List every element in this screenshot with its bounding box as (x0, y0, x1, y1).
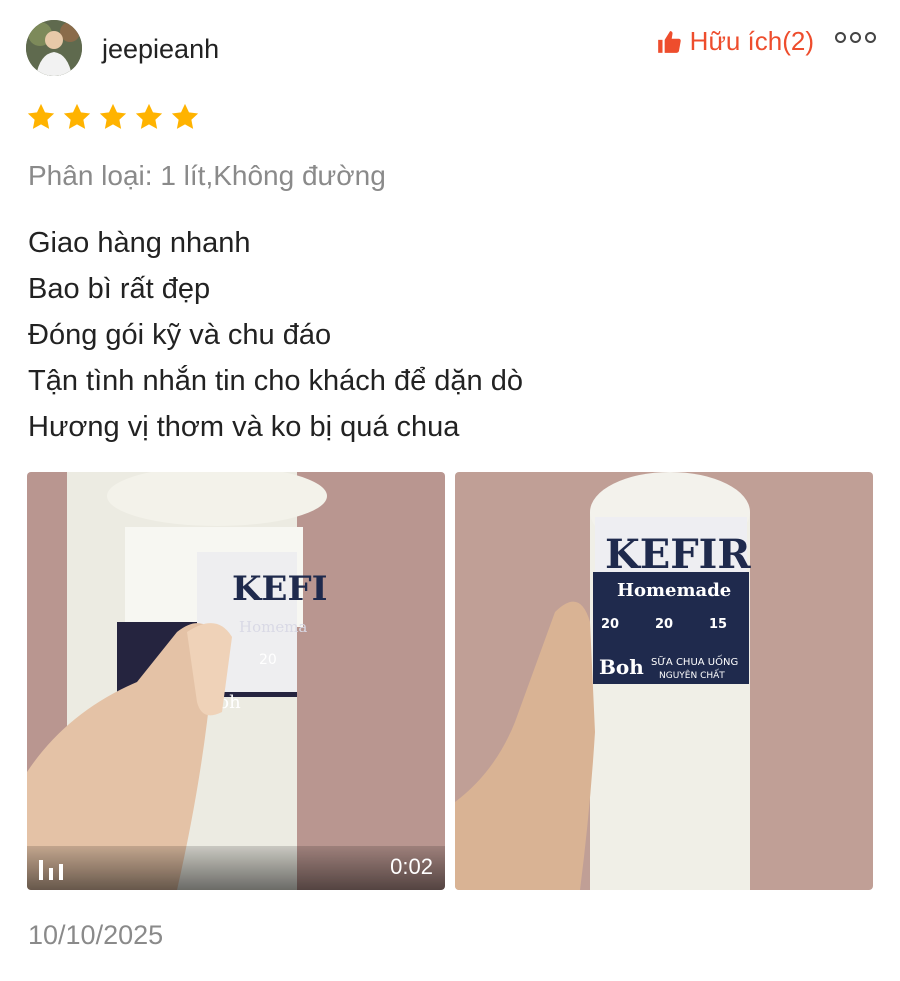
comment-line: Hương vị thơm và ko bị quá chua (28, 411, 460, 443)
comment-line: Bao bì rất đẹp (28, 273, 211, 305)
product-variant: Phân loại: 1 lít,Không đường (28, 160, 386, 191)
comment-line: Đóng gói kỹ và chu đáo (28, 319, 332, 351)
photo-label-brand: KEFIR (605, 531, 751, 578)
review-date: 10/10/2025 (28, 920, 164, 950)
comment-line: Giao hàng nhanh (28, 227, 251, 259)
star-icon (135, 103, 163, 129)
photo-label-logo: Boh (599, 655, 644, 679)
video-label-sub: Homema (239, 618, 307, 636)
helpful-button[interactable]: Hữu ích(2) (656, 26, 814, 57)
more-options-icon[interactable] (835, 32, 876, 43)
photo-label-product-2: NGUYÊN CHẤT (659, 669, 725, 681)
user-avatar[interactable] (26, 20, 82, 76)
star-icon (171, 103, 199, 129)
star-icon (27, 103, 55, 129)
photo-label-stat-3: 15 (709, 617, 727, 632)
review-video-thumbnail[interactable]: KEFI Homema 20 20 Boh 0:02 (27, 472, 445, 890)
helpful-label: Hữu ích(2) (689, 26, 814, 56)
kefir-bottle-photo: KEFIR Homemade 20 20 15 Boh SỮA CHUA UỐN… (455, 472, 873, 890)
photo-label-sub: Homemade (617, 580, 731, 601)
review-comment: Giao hàng nhanh Bao bì rất đẹp Đóng gói … (28, 220, 523, 450)
username[interactable]: jeepieanh (102, 34, 219, 65)
star-icon (99, 103, 127, 129)
video-controls-bar (27, 846, 445, 890)
star-icon (63, 103, 91, 129)
review-header: jeepieanh Hữu ích(2) (26, 20, 876, 80)
video-duration: 0:02 (390, 854, 433, 879)
photo-label-stat-1: 20 (601, 617, 619, 632)
thumbs-up-icon (657, 30, 681, 53)
photo-label-stat-2: 20 (655, 617, 673, 632)
review-photo-thumbnail[interactable]: KEFIR Homemade 20 20 15 Boh SỮA CHUA UỐN… (455, 472, 873, 890)
comment-line: Tận tình nhắn tin cho khách để dặn dò (28, 365, 523, 397)
video-label-brand: KEFI (232, 569, 328, 609)
video-label-stat-2: 20 (259, 652, 277, 668)
video-frame-image: KEFI Homema 20 20 Boh (27, 472, 445, 890)
video-bars-icon (39, 860, 63, 880)
photo-label-product-1: SỮA CHUA UỐNG (651, 654, 738, 668)
rating-stars (26, 102, 200, 132)
